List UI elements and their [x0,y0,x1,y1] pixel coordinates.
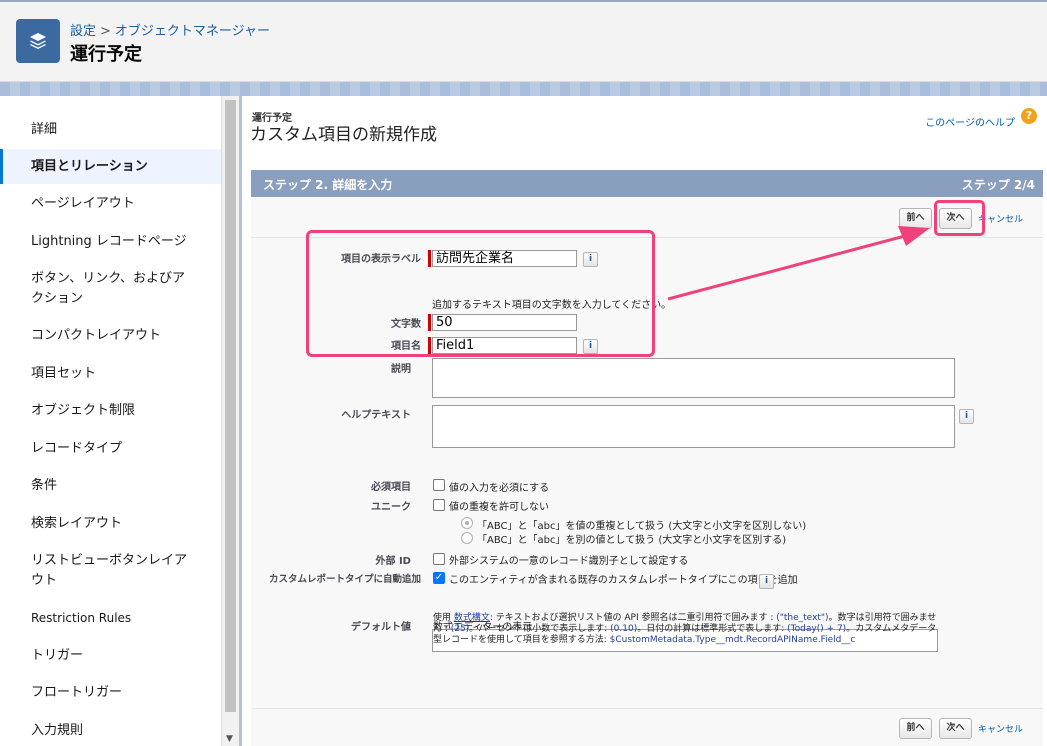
formula-syntax-note: 使用 数式構文: テキストおよび選択リスト値の API 参照名は二重引用符で囲み… [433,613,943,646]
field-name-label: 項目名 [391,341,421,352]
sidebar-item-field-sets[interactable]: 項目セット [0,364,221,384]
help-text-textarea[interactable] [432,405,955,448]
external-id-option-text: 外部システムの一意のレコード識別子として設定する [449,556,689,567]
sidebar-item-search-layouts[interactable]: 検索レイアウト [0,514,221,534]
sidebar-item-record-types[interactable]: レコードタイプ [0,439,221,459]
required-indicator [428,250,431,267]
length-input[interactable]: 50 [432,314,577,331]
unique-case-insensitive-radio[interactable] [461,517,473,529]
note-text: 。日付の計算は標準形式で表します: [637,624,788,634]
unique-label: ユニーク [371,502,411,513]
sidebar-item-buttons-links-actions[interactable]: ボタン、リンク、およびア クション [0,269,221,309]
external-id-label: 外部 ID [375,556,411,567]
info-icon[interactable]: i [959,409,974,424]
required-checkbox[interactable] [433,479,445,491]
note-example: $CustomMetadata.Type__mdt.RecordAPIName.… [609,635,856,645]
sidebar-item-fields-relationships[interactable]: 項目とリレーション [0,149,221,184]
formula-syntax-link[interactable]: 数式構文 [454,613,490,623]
sidebar-item-list-view-button-layout[interactable]: リストビューボタンレイア ウト [0,551,221,591]
previous-button-bottom[interactable]: 前へ [899,718,932,739]
field-label-input[interactable]: 訪問先企業名 [432,250,577,267]
note-example: (25) [450,624,470,634]
sidebar-item-label-line2: ウト [31,573,58,588]
page-title: 運行予定 [70,44,142,65]
sidebar-item-restriction-rules[interactable]: Restriction Rules [0,608,221,628]
layers-icon [16,19,60,63]
description-textarea[interactable] [432,358,955,398]
default-value-label: デフォルト値 [351,622,411,633]
main-panel: 運行予定 カスタム項目の新規作成 このページのヘルプ ? ステップ 2. 詳細を… [242,96,1047,746]
sidebar-item-triggers[interactable]: トリガー [0,646,221,666]
note-text: 。パーセントは小数で表示します: [469,624,611,634]
help-question-icon[interactable]: ? [1021,108,1037,124]
step-header-bar: ステップ 2. 詳細を入力 ステップ 2/4 [251,170,1043,197]
custom-report-type-label: カスタムレポートタイプに自動追加 [268,574,421,585]
sidebar-item-label-line2: クション [31,291,84,306]
sidebar-nav: 詳細 項目とリレーション ページレイアウト Lightning レコードページ … [0,96,222,746]
required-label: 必須項目 [371,482,411,493]
button-row-bottom: 前へ 次へ キャンセル [251,708,1043,746]
required-option-text: 値の入力を必須にする [449,483,550,494]
page-header: 設定 > オブジェクトマネージャー 運行予定 [0,0,1047,82]
sidebar-item-label-line1: リストビューボタンレイア [31,553,188,568]
note-example: (Today() + 7) [787,624,847,634]
sidebar-item-object-limits[interactable]: オブジェクト制限 [0,401,221,421]
length-label: 文字数 [391,319,421,330]
unique-case-sensitive-radio[interactable] [461,532,473,544]
note-text: : テキストおよび選択リスト値の API 参照名は二重引用符で囲みます : [489,613,777,623]
field-label-label: 項目の表示ラベル [341,254,421,265]
custom-report-type-option-text: このエンティティが含まれる既存のカスタムレポートタイプにこの項目を追加 [449,575,798,586]
button-row-top: 前へ 次へ キャンセル [251,197,1043,238]
field-name-input[interactable]: Field1 [432,337,577,354]
length-hint-text: 追加するテキスト項目の文字数を入力してください。 [432,300,672,311]
header-wave-divider [0,82,1047,96]
cancel-link-bottom[interactable]: キャンセル [978,722,1023,735]
description-label: 説明 [391,364,411,375]
next-button-top[interactable]: 次へ [939,208,972,229]
breadcrumb: 設定 > オブジェクトマネージャー [70,20,270,39]
sidebar-item-lightning-record-pages[interactable]: Lightning レコードページ [0,232,221,252]
unique-case-insensitive-text: 「ABC」と「abc」を値の重複として扱う (大文字と小文字を区別しない) [477,521,807,532]
note-text: 使用 [433,613,454,623]
breadcrumb-setup-link[interactable]: 設定 [70,24,96,39]
note-example: (0.10) [610,624,638,634]
help-text-label: ヘルプテキスト [341,410,411,421]
breadcrumb-separator: > [100,24,111,39]
external-id-checkbox[interactable] [433,553,445,565]
cancel-link-top[interactable]: キャンセル [978,212,1023,225]
sidebar-item-conditions[interactable]: 条件 [0,476,221,496]
sidebar-item-compact-layouts[interactable]: コンパクトレイアウト [0,326,221,346]
help-for-this-page-link[interactable]: このページのヘルプ [925,114,1015,129]
sidebar-scrollbar[interactable]: ▼ [222,96,239,746]
unique-checkbox[interactable] [433,499,445,511]
unique-case-sensitive-text: 「ABC」と「abc」を別の値として扱う (大文字と小文字を区別する) [477,535,787,546]
required-indicator [428,314,431,331]
step-title: ステップ 2. 詳細を入力 [263,178,393,192]
wizard-title: カスタム項目の新規作成 [250,125,437,145]
sidebar-item-flow-triggers[interactable]: フロートリガー [0,683,221,703]
sidebar-item-page-layouts[interactable]: ページレイアウト [0,194,221,214]
unique-option-text: 値の重複を許可しない [449,502,549,513]
custom-report-type-checkbox[interactable]: ✓ [433,572,445,584]
info-icon[interactable]: i [759,574,774,589]
sidebar-item-label-line1: ボタン、リンク、およびア [31,271,186,286]
header-topline [0,0,1047,2]
sidebar-scrollbar-thumb[interactable] [225,100,236,712]
sidebar-item-details[interactable]: 詳細 [0,120,221,140]
required-indicator [428,337,431,354]
breadcrumb-object-manager-link[interactable]: オブジェクトマネージャー [115,24,270,39]
info-icon[interactable]: i [583,339,598,354]
sidebar-item-validation-rules[interactable]: 入力規則 [0,721,221,741]
previous-button-top[interactable]: 前へ [899,208,932,229]
scroll-down-arrow-icon[interactable]: ▼ [226,734,233,744]
info-icon[interactable]: i [583,252,598,267]
step-counter: ステップ 2/4 [961,178,1035,192]
next-button-bottom[interactable]: 次へ [939,718,972,739]
note-example: ("the_text") [776,613,829,623]
